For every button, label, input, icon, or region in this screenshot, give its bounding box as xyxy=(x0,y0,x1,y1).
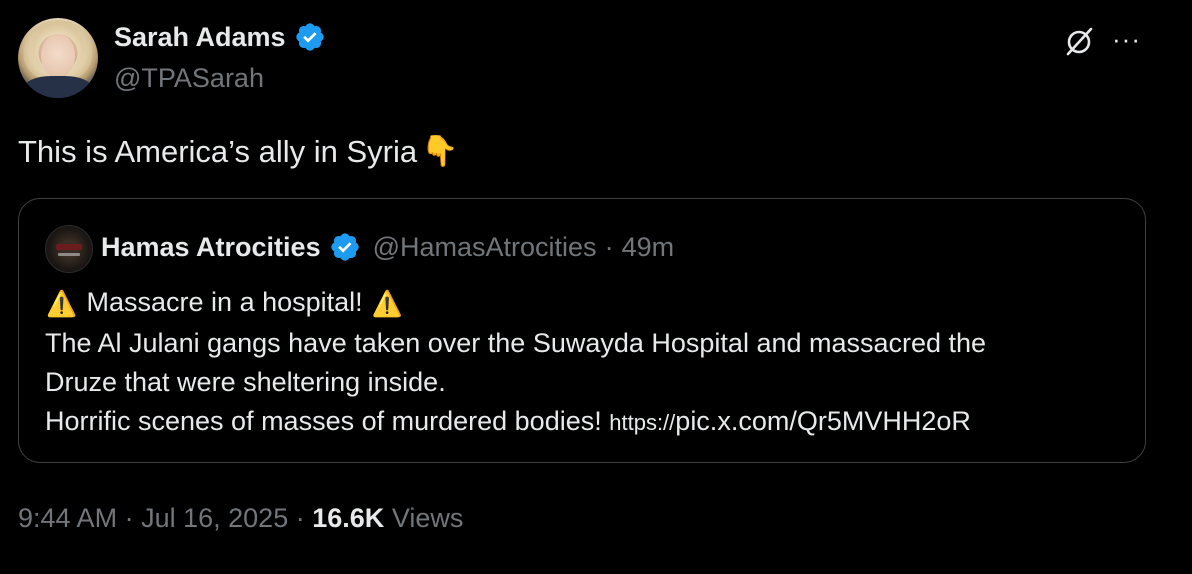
views-count[interactable]: 16.6K xyxy=(312,503,384,533)
avatar-band-small xyxy=(58,253,80,256)
warning-icon: ⚠️ xyxy=(46,290,78,318)
quoted-post-time[interactable]: 49m xyxy=(622,229,675,265)
separator-dot: · xyxy=(604,232,614,262)
media-link-scheme[interactable]: https:// xyxy=(609,410,675,435)
quoted-line-4: Horrific scenes of masses of murdered bo… xyxy=(45,402,1135,442)
quoted-post-header: Hamas Atrocities @HamasAtrocities · 49m xyxy=(101,229,674,265)
quoted-line-2: The Al Julani gangs have taken over the … xyxy=(45,328,987,358)
pointing-down-emoji-icon: 👇 xyxy=(421,135,459,168)
views-label[interactable]: Views xyxy=(392,503,464,533)
media-link-path[interactable]: pic.x.com/Qr5MVHH2oR xyxy=(675,406,971,436)
author-name[interactable]: Sarah Adams xyxy=(114,20,326,54)
verified-badge-icon xyxy=(295,23,324,51)
quoted-author-handle[interactable]: @HamasAtrocities xyxy=(373,229,597,265)
author-name-text[interactable]: Sarah Adams xyxy=(114,20,286,54)
post-date[interactable]: Jul 16, 2025 xyxy=(141,503,288,533)
post-text: This is America’s ally in Syria 👇 xyxy=(18,132,458,172)
post-footer: 9:44 AM · Jul 16, 2025 · 16.6K Views xyxy=(18,500,463,536)
avatar-face xyxy=(41,34,75,78)
quoted-line-3: Druze that were sheltering inside. xyxy=(45,367,446,397)
quoted-line-1-text: Massacre in a hospital! xyxy=(86,287,363,317)
author-handle[interactable]: @TPASarah xyxy=(114,61,264,95)
quoted-line-4-text: Horrific scenes of masses of murdered bo… xyxy=(45,406,602,436)
author-avatar[interactable] xyxy=(18,18,98,98)
media-link[interactable]: https://pic.x.com/Qr5MVHH2oR xyxy=(609,406,971,436)
post-time[interactable]: 9:44 AM xyxy=(18,503,117,533)
quoted-author-avatar[interactable] xyxy=(45,225,93,273)
quoted-author-name[interactable]: Hamas Atrocities xyxy=(101,229,321,265)
quoted-post[interactable]: Hamas Atrocities @HamasAtrocities · 49m … xyxy=(18,198,1146,463)
quoted-post-body: ⚠️ Massacre in a hospital! ⚠️ The Al Jul… xyxy=(45,283,1135,442)
warning-icon: ⚠️ xyxy=(371,290,403,318)
quoted-line-1: ⚠️ Massacre in a hospital! ⚠️ xyxy=(45,283,1135,324)
separator-dot: · xyxy=(295,503,305,533)
separator-dot: · xyxy=(124,503,134,533)
verified-badge-icon xyxy=(330,233,359,261)
avatar-body xyxy=(24,76,92,98)
post-text-content: This is America’s ally in Syria xyxy=(18,134,418,169)
avatar-band xyxy=(56,244,82,250)
grok-icon[interactable] xyxy=(1062,24,1096,58)
more-icon[interactable]: ··· xyxy=(1112,24,1141,54)
